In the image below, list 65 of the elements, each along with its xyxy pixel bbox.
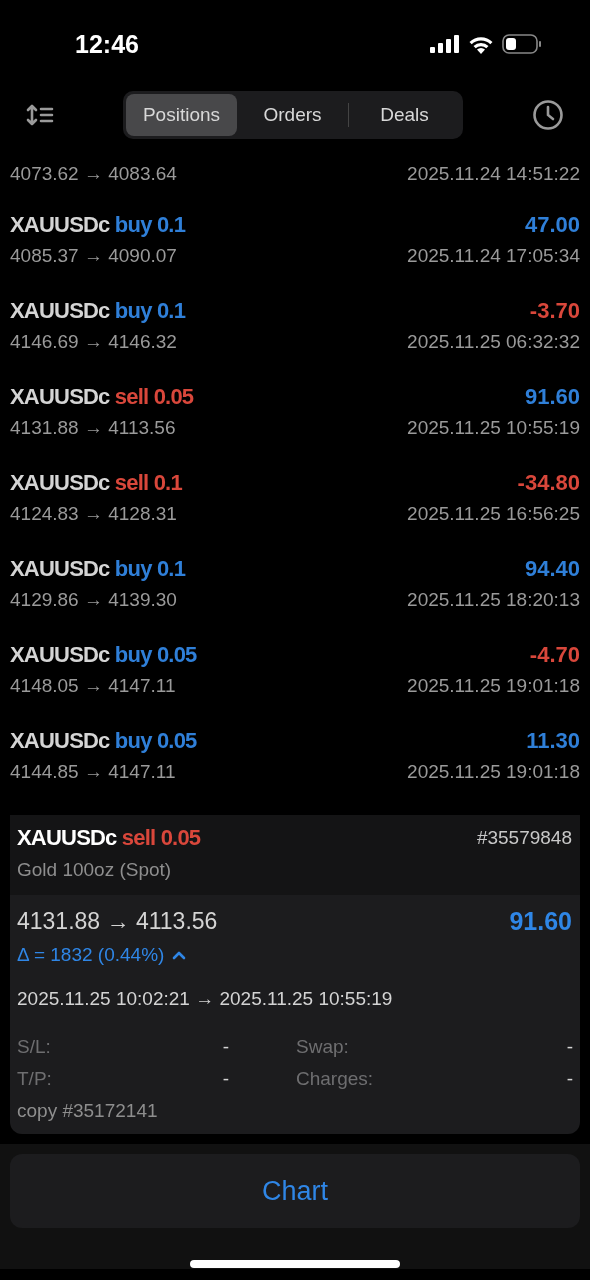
- tab[interactable]: Deals: [349, 94, 460, 136]
- profit-value: 91.60: [524, 384, 580, 410]
- tab[interactable]: Orders: [237, 94, 348, 136]
- profit-value: 94.40: [524, 556, 580, 582]
- status-time: 12:46: [75, 29, 139, 59]
- profit-value: -34.80: [517, 470, 580, 496]
- clock-icon[interactable]: [532, 99, 564, 131]
- field-value: -: [566, 1068, 573, 1090]
- deal-row[interactable]: 4073.62 → 4083.64 2025.11.24 14:51:22: [0, 142, 590, 201]
- price-delta: Δ = 1832 (0.44%): [17, 944, 165, 966]
- price-range: 4124.83 → 4128.31: [10, 503, 177, 525]
- deal-title: XAUUSDc buy 0.05: [10, 642, 197, 668]
- deal-time: 2025.11.25 06:32:32: [407, 331, 580, 353]
- ticket-number: #35579848: [476, 827, 572, 849]
- deal-title: XAUUSDc sell 0.05: [10, 384, 194, 410]
- chart-button[interactable]: Chart: [10, 1154, 580, 1228]
- sort-icon[interactable]: [26, 103, 54, 127]
- open-close-times: 2025.11.25 10:02:21 → 2025.11.25 10:55:19: [17, 988, 394, 1010]
- profit-value: 11.30: [526, 728, 580, 754]
- deal-title: XAUUSDc buy 0.1: [10, 212, 186, 238]
- field-label: Charges:: [296, 1068, 374, 1090]
- symbol-description: Gold 100oz (Spot): [17, 859, 173, 881]
- profit-value: 91.60: [509, 907, 572, 936]
- deal-title: XAUUSDc buy 0.1: [10, 556, 186, 582]
- deal-row[interactable]: XAUUSDc buy 0.1 94.40 4129.86 → 4139.30 2025.11.25 18:20:13: [0, 545, 590, 631]
- price-range: 4131.88 → 4113.56: [10, 417, 176, 439]
- field-label: S/L:: [17, 1036, 51, 1058]
- wifi-icon: [468, 34, 494, 54]
- deal-time: 2025.11.25 16:56:25: [407, 503, 580, 525]
- price-range: 4131.88 → 4113.56: [17, 908, 218, 935]
- deal-time: 2025.11.24 14:51:22: [407, 163, 580, 185]
- signal-icon: [430, 35, 460, 53]
- profit-value: -3.70: [529, 298, 580, 324]
- price-range: 4085.37 → 4090.07: [10, 245, 177, 267]
- price-range: 4144.85 → 4147.11: [10, 761, 176, 783]
- deal-time: 2025.11.24 17:05:34: [407, 245, 580, 267]
- price-range: 4148.05 → 4147.11: [10, 675, 176, 697]
- chevron-up-icon[interactable]: [172, 950, 187, 960]
- profit-value: 47.00: [524, 212, 580, 238]
- tab[interactable]: Positions: [126, 94, 237, 136]
- deal-time: 2025.11.25 19:01:18: [407, 675, 580, 697]
- deal-title: XAUUSDc sell 0.05: [17, 825, 201, 851]
- deal-row[interactable]: XAUUSDc buy 0.1 47.00 4085.37 → 4090.07 2025.11.24 17:05:34: [0, 201, 590, 287]
- field-value: -: [222, 1068, 229, 1090]
- deal-row[interactable]: XAUUSDc sell 0.1 -34.80 4124.83 → 4128.31 2025.11.25 16:56:25: [0, 459, 590, 545]
- deal-row[interactable]: XAUUSDc buy 0.05 -4.70 4148.05 → 4147.11 2025.11.25 19:01:18: [0, 631, 590, 717]
- price-range: 4146.69 → 4146.32: [10, 331, 177, 353]
- profit-value: -4.70: [529, 642, 580, 668]
- deal-row[interactable]: XAUUSDc sell 0.05 91.60 4131.88 → 4113.56 2025.11.25 10:55:19: [0, 373, 590, 459]
- field-value: -: [566, 1036, 573, 1058]
- field-label: Swap:: [296, 1036, 349, 1058]
- price-range: 4073.62 → 4083.64: [10, 163, 177, 185]
- deal-time: 2025.11.25 10:55:19: [407, 417, 580, 439]
- deal-row[interactable]: XAUUSDc buy 0.05 11.30 4144.85 → 4147.11 2025.11.25 19:01:18: [0, 717, 590, 803]
- deal-row[interactable]: XAUUSDc buy 0.1 -3.70 4146.69 → 4146.32 2025.11.25 06:32:32: [0, 287, 590, 373]
- deal-title: XAUUSDc sell 0.1: [10, 470, 182, 496]
- deal-title: XAUUSDc buy 0.1: [10, 298, 186, 324]
- deal-title: XAUUSDc buy 0.05: [10, 728, 197, 754]
- price-range: 4129.86 → 4139.30: [10, 589, 177, 611]
- deal-time: 2025.11.25 19:01:18: [407, 761, 580, 783]
- field-value: -: [222, 1036, 229, 1058]
- battery-icon: [502, 34, 542, 54]
- field-label: T/P:: [17, 1068, 52, 1090]
- deal-time: 2025.11.25 18:20:13: [407, 589, 580, 611]
- deal-comment: copy #35172141: [17, 1100, 159, 1122]
